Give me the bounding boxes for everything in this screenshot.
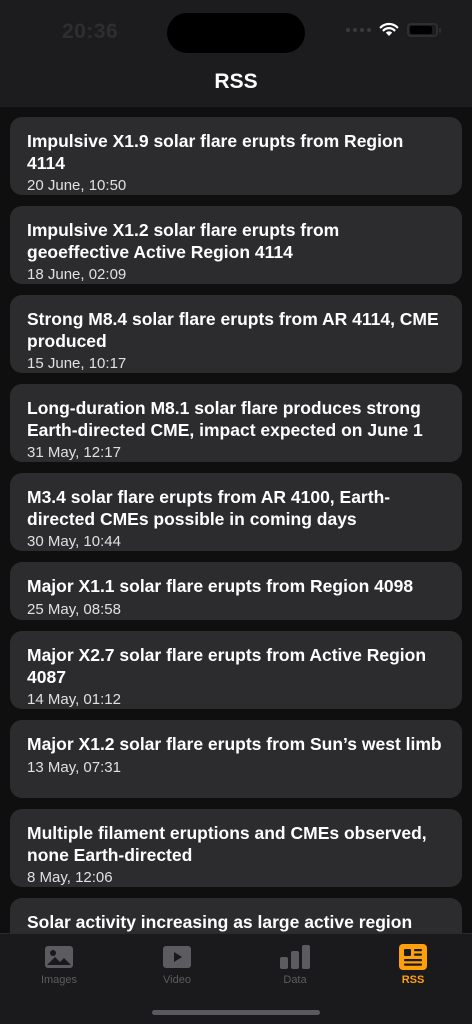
status-time: 20:36: [62, 20, 119, 43]
article-card[interactable]: M3.4 solar flare erupts from AR 4100, Ea…: [10, 473, 462, 551]
cellular-signal-icon: [346, 27, 371, 32]
battery-icon: [407, 22, 441, 37]
article-card[interactable]: Impulsive X1.9 solar flare erupts from R…: [10, 117, 462, 195]
tab-label: Images: [40, 974, 78, 986]
article-card[interactable]: Impulsive X1.2 solar flare erupts from g…: [10, 206, 462, 284]
article-title: Major X1.2 solar flare erupts from Sun’s…: [27, 734, 442, 754]
rss-article-list[interactable]: Impulsive X1.9 solar flare erupts from R…: [0, 108, 472, 933]
article-title: Multiple filament eruptions and CMEs obs…: [27, 823, 427, 865]
status-icons: [346, 22, 441, 37]
article-date: 18 June, 02:09: [27, 266, 127, 283]
tab-images[interactable]: Images: [0, 942, 118, 986]
article-card[interactable]: Major X1.1 solar flare erupts from Regio…: [10, 562, 462, 620]
page-title: RSS: [214, 70, 258, 93]
article-title: Long-duration M8.1 solar flare produces …: [27, 398, 423, 440]
article-date: 30 May, 10:44: [27, 533, 121, 550]
article-date: 25 May, 08:58: [27, 600, 121, 618]
article-date: 20 June, 10:50: [27, 177, 127, 194]
bar-chart-icon: [280, 945, 310, 969]
wifi-icon: [379, 22, 399, 36]
tab-label: Video: [163, 974, 191, 986]
home-indicator: [152, 1010, 320, 1015]
article-title: Impulsive X1.2 solar flare erupts from g…: [27, 220, 340, 262]
article-card[interactable]: Major X2.7 solar flare erupts from Activ…: [10, 631, 462, 709]
article-title: Impulsive X1.9 solar flare erupts from R…: [27, 131, 404, 173]
status-bar: 20:36: [0, 0, 472, 58]
newspaper-icon: [399, 944, 427, 970]
article-title: Solar activity increasing as large activ…: [27, 912, 413, 932]
tab-bar: Images Video Data RSS: [0, 933, 472, 1024]
article-card[interactable]: Multiple filament eruptions and CMEs obs…: [10, 809, 462, 887]
article-date: 15 June, 10:17: [27, 355, 127, 372]
article-card[interactable]: Long-duration M8.1 solar flare produces …: [10, 384, 462, 462]
article-date: 14 May, 01:12: [27, 691, 121, 708]
tab-label: Data: [283, 974, 307, 986]
article-title: M3.4 solar flare erupts from AR 4100, Ea…: [27, 487, 391, 529]
app-screen: 20:36 RSS Impulsive X1.9 solar flare eru…: [0, 0, 472, 1024]
article-date: 13 May, 07:31: [27, 758, 121, 776]
article-card[interactable]: Solar activity increasing as large activ…: [10, 898, 462, 933]
tab-rss[interactable]: RSS: [354, 942, 472, 986]
tab-label: RSS: [401, 974, 425, 986]
article-title: Major X1.1 solar flare erupts from Regio…: [27, 576, 414, 596]
article-date: 31 May, 12:17: [27, 444, 121, 461]
tab-video[interactable]: Video: [118, 942, 236, 986]
tab-data[interactable]: Data: [236, 942, 354, 986]
play-icon: [163, 946, 191, 968]
dynamic-island: [167, 13, 305, 53]
article-card[interactable]: Strong M8.4 solar flare erupts from AR 4…: [10, 295, 462, 373]
article-title: Strong M8.4 solar flare erupts from AR 4…: [27, 309, 439, 351]
article-card[interactable]: Major X1.2 solar flare erupts from Sun’s…: [10, 720, 462, 798]
article-date: 8 May, 12:06: [27, 869, 113, 886]
photo-icon: [45, 946, 73, 968]
article-title: Major X2.7 solar flare erupts from Activ…: [27, 645, 427, 687]
